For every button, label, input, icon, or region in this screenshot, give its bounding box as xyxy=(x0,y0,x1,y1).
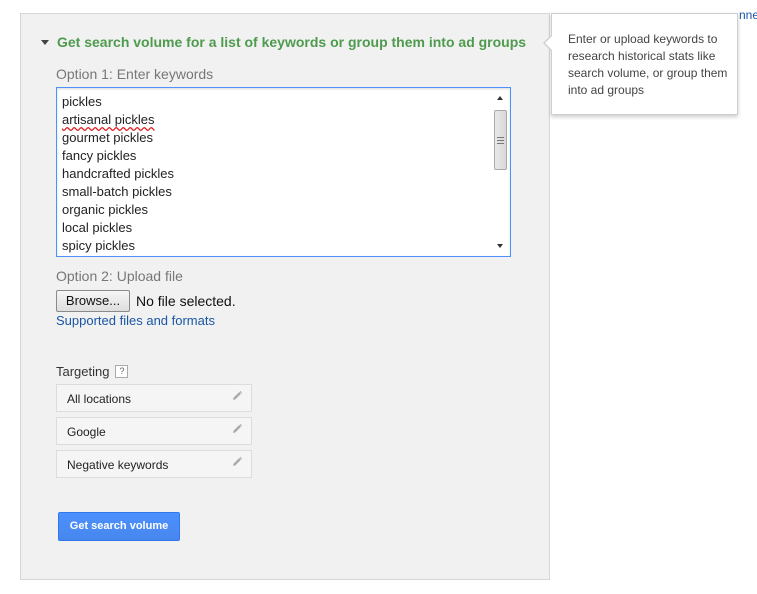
targeting-heading: Targeting ? xyxy=(56,364,129,379)
targeting-locations-label: All locations xyxy=(67,392,132,406)
option2-label: Option 2: Upload file xyxy=(56,268,183,284)
keyword-line: handcrafted pickles xyxy=(62,166,175,181)
keyword-line: fancy pickles xyxy=(62,148,137,163)
info-tooltip: Enter or upload keywords to research his… xyxy=(543,13,738,115)
targeting-label: Targeting xyxy=(56,364,110,379)
targeting-network-label: Google xyxy=(67,425,106,439)
pencil-icon[interactable] xyxy=(231,423,243,435)
keywords-textarea[interactable]: pickles artisanal pickles gourmet pickle… xyxy=(56,87,511,257)
option1-label: Option 1: Enter keywords xyxy=(56,66,214,82)
keyword-planner-panel: Get search volume for a list of keywords… xyxy=(20,13,550,580)
corner-link[interactable]: nne xyxy=(739,8,757,22)
collapse-triangle-icon[interactable] xyxy=(41,40,49,45)
targeting-negative-keywords-label: Negative keywords xyxy=(67,458,169,472)
textarea-scrollbar[interactable] xyxy=(492,90,508,254)
pencil-icon[interactable] xyxy=(231,390,243,402)
keyword-line: organic pickles xyxy=(62,202,148,217)
scroll-grip-icon xyxy=(497,137,504,138)
section-header-label[interactable]: Get search volume for a list of keywords… xyxy=(57,34,526,50)
no-file-text: No file selected. xyxy=(136,293,236,309)
keyword-line: local pickles xyxy=(62,220,133,235)
keyword-line: pickles xyxy=(62,94,102,109)
supported-formats-link[interactable]: Supported files and formats xyxy=(56,313,215,328)
keyword-line: gourmet pickles xyxy=(62,130,154,145)
keyword-line: artisanal pickles xyxy=(62,111,174,129)
scroll-up-arrow-icon[interactable] xyxy=(497,96,503,100)
keyword-line: small-batch pickles xyxy=(62,184,172,199)
keyword-list: pickles artisanal pickles gourmet pickle… xyxy=(62,93,174,255)
keyword-line-text: artisanal pickles xyxy=(62,112,155,127)
browse-button[interactable]: Browse... xyxy=(56,290,130,312)
scroll-thumb[interactable] xyxy=(494,110,507,170)
keyword-line: spicy pickles xyxy=(62,238,135,253)
tooltip-arrow-inner-icon xyxy=(545,35,553,51)
targeting-network[interactable]: Google xyxy=(56,417,252,445)
section-header[interactable]: Get search volume for a list of keywords… xyxy=(41,34,526,50)
scroll-down-arrow-icon[interactable] xyxy=(497,244,503,248)
help-icon[interactable]: ? xyxy=(115,365,129,378)
get-search-volume-button[interactable]: Get search volume xyxy=(58,512,180,541)
targeting-locations[interactable]: All locations xyxy=(56,384,252,412)
targeting-negative-keywords[interactable]: Negative keywords xyxy=(56,450,252,478)
tooltip-text: Enter or upload keywords to research his… xyxy=(568,32,728,97)
pencil-icon[interactable] xyxy=(231,456,243,468)
upload-row: Browse... No file selected. xyxy=(56,290,236,312)
